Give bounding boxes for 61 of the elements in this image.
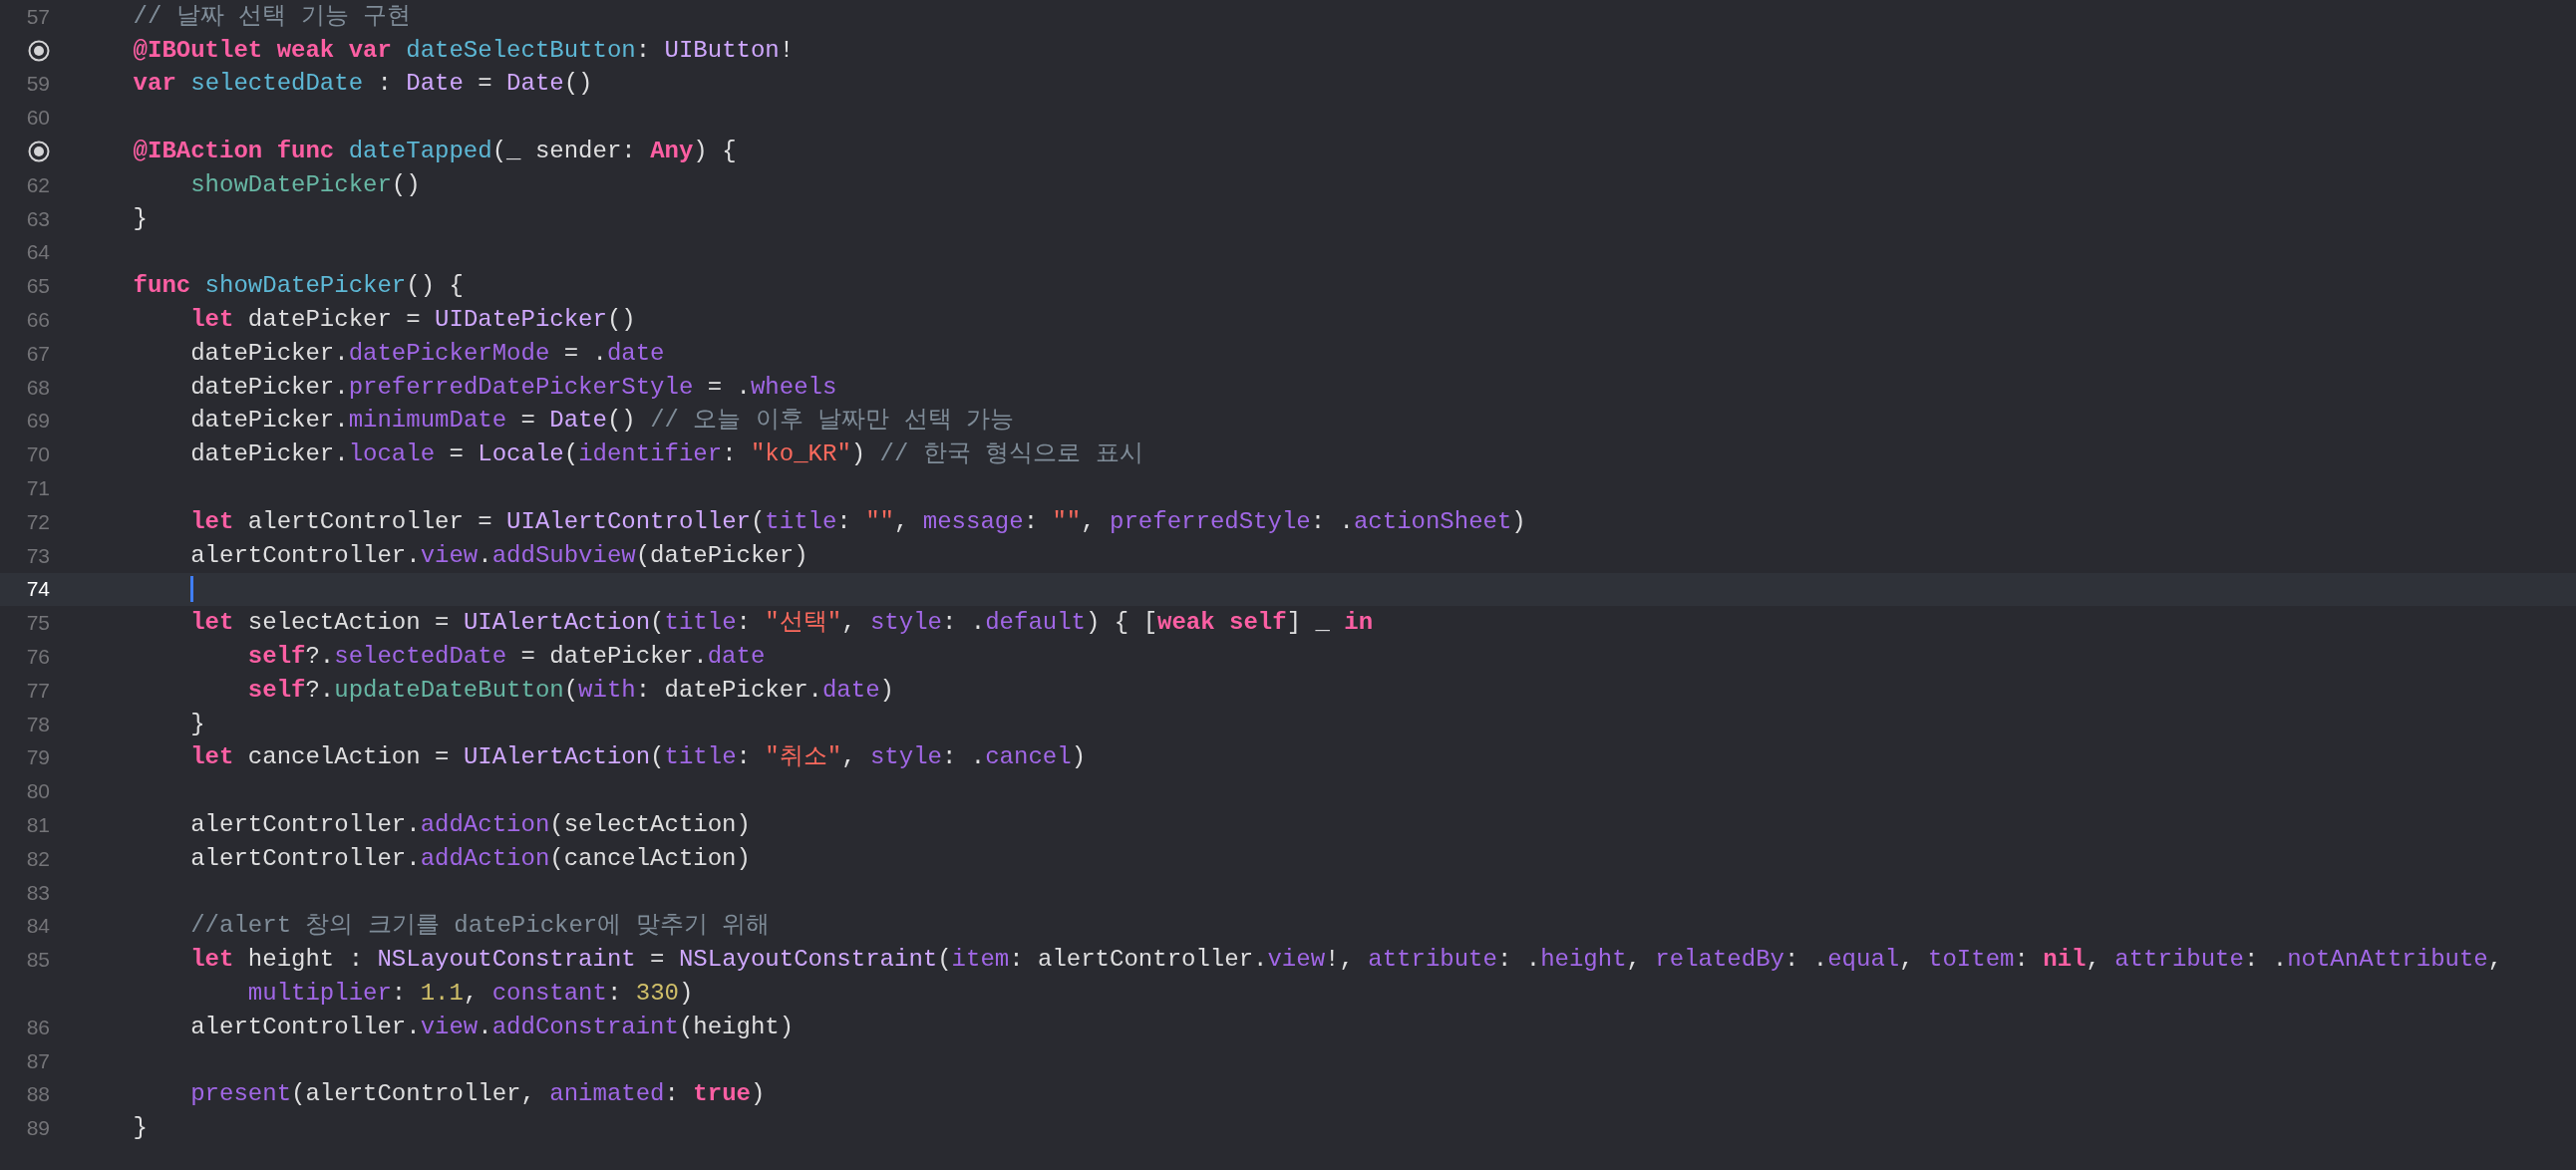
line-number: 83	[26, 880, 50, 905]
line-number: 87	[26, 1048, 50, 1073]
line-number: 77	[26, 678, 50, 703]
code-line: // 날짜 선택 기능 구현	[133, 1, 412, 32]
line-number: 70	[26, 442, 50, 467]
line-number: 84	[26, 914, 50, 939]
code-line: //alert 창의 크기를 datePicker에 맞추기 위해	[190, 911, 771, 942]
code-line: let datePicker = UIDatePicker()	[190, 305, 636, 336]
code-line: func showDatePicker() {	[133, 271, 464, 302]
line-number: 78	[26, 712, 50, 736]
line-number: 76	[26, 645, 50, 670]
code-line: alertController.addAction(selectAction)	[190, 810, 751, 840]
line-number: 75	[26, 611, 50, 636]
line-number: 73	[26, 543, 50, 568]
line-number: 68	[26, 375, 50, 400]
code-line: datePicker.minimumDate = Date() // 오늘 이후 날짜만 선택 가능	[190, 406, 1014, 437]
code-line: @IBAction func dateTapped(_ sender: Any) {	[133, 137, 737, 167]
line-number: 64	[26, 240, 50, 265]
code-line: datePicker.locale = Locale(identifier: "ko_KR") // 한국 형식으로 표시	[190, 439, 1143, 470]
line-number: 86	[26, 1015, 50, 1039]
code-line: datePicker.datePickerMode = .date	[190, 338, 665, 369]
code-line: alertController.addAction(cancelAction)	[190, 843, 751, 874]
connection-circle-icon[interactable]	[28, 39, 50, 62]
code-line: datePicker.preferredDatePickerStyle = .wheels	[190, 372, 837, 403]
code-line: multiplier: 1.1, constant: 330)	[247, 979, 694, 1009]
code-line: let cancelAction = UIAlertAction(title: "취소", style: .cancel)	[190, 742, 1087, 773]
line-number: 79	[26, 745, 50, 770]
line-number: 66	[26, 308, 50, 333]
code-line: }	[190, 709, 205, 739]
code-line: present(alertController, animated: true)	[190, 1079, 766, 1110]
code-line: self?.updateDateButton(with: datePicker.date)	[247, 675, 894, 706]
code-line: let selectAction = UIAlertAction(title: "선택", style: .default) { [weak self] _ in	[190, 608, 1374, 639]
line-number: 63	[26, 206, 50, 231]
code-line: alertController.view.addConstraint(height)	[190, 1012, 795, 1042]
code-line: showDatePicker()	[190, 169, 421, 200]
line-number: 69	[26, 409, 50, 434]
line-number: 57	[26, 4, 50, 29]
line-number: 72	[26, 509, 50, 534]
code-line: let alertController = UIAlertController(title: "", message: "", preferredStyle: .actionSheet)	[190, 506, 1526, 537]
line-number: 81	[26, 813, 50, 837]
line-number: 71	[26, 476, 50, 501]
line-number: 62	[26, 172, 50, 197]
code-line: }	[133, 203, 148, 234]
line-number: 67	[26, 341, 50, 366]
line-number: 80	[26, 779, 50, 804]
line-number: 65	[26, 274, 50, 299]
line-number: 85	[26, 948, 50, 973]
line-number: 82	[26, 846, 50, 871]
text-cursor	[190, 576, 194, 603]
code-line: }	[133, 1113, 148, 1144]
code-line: @IBOutlet weak var dateSelectButton: UIButton!	[133, 35, 795, 66]
line-number: 89	[26, 1116, 50, 1141]
line-number: 59	[26, 72, 50, 97]
line-number: 88	[26, 1082, 50, 1107]
connection-circle-icon[interactable]	[28, 141, 50, 163]
code-line: alertController.view.addSubview(datePicker)	[190, 540, 808, 571]
code-line: let height : NSLayoutConstraint = NSLayoutConstraint(item: alertController.view!, attribute: .height, relatedBy: .equal, toItem: nil, attribute: .notAnAttribute,	[190, 945, 2503, 976]
line-number: 60	[26, 106, 50, 131]
line-number: 74	[26, 577, 50, 602]
code-line: self?.selectedDate = datePicker.date	[247, 642, 766, 673]
code-line: var selectedDate : Date = Date()	[133, 69, 593, 100]
